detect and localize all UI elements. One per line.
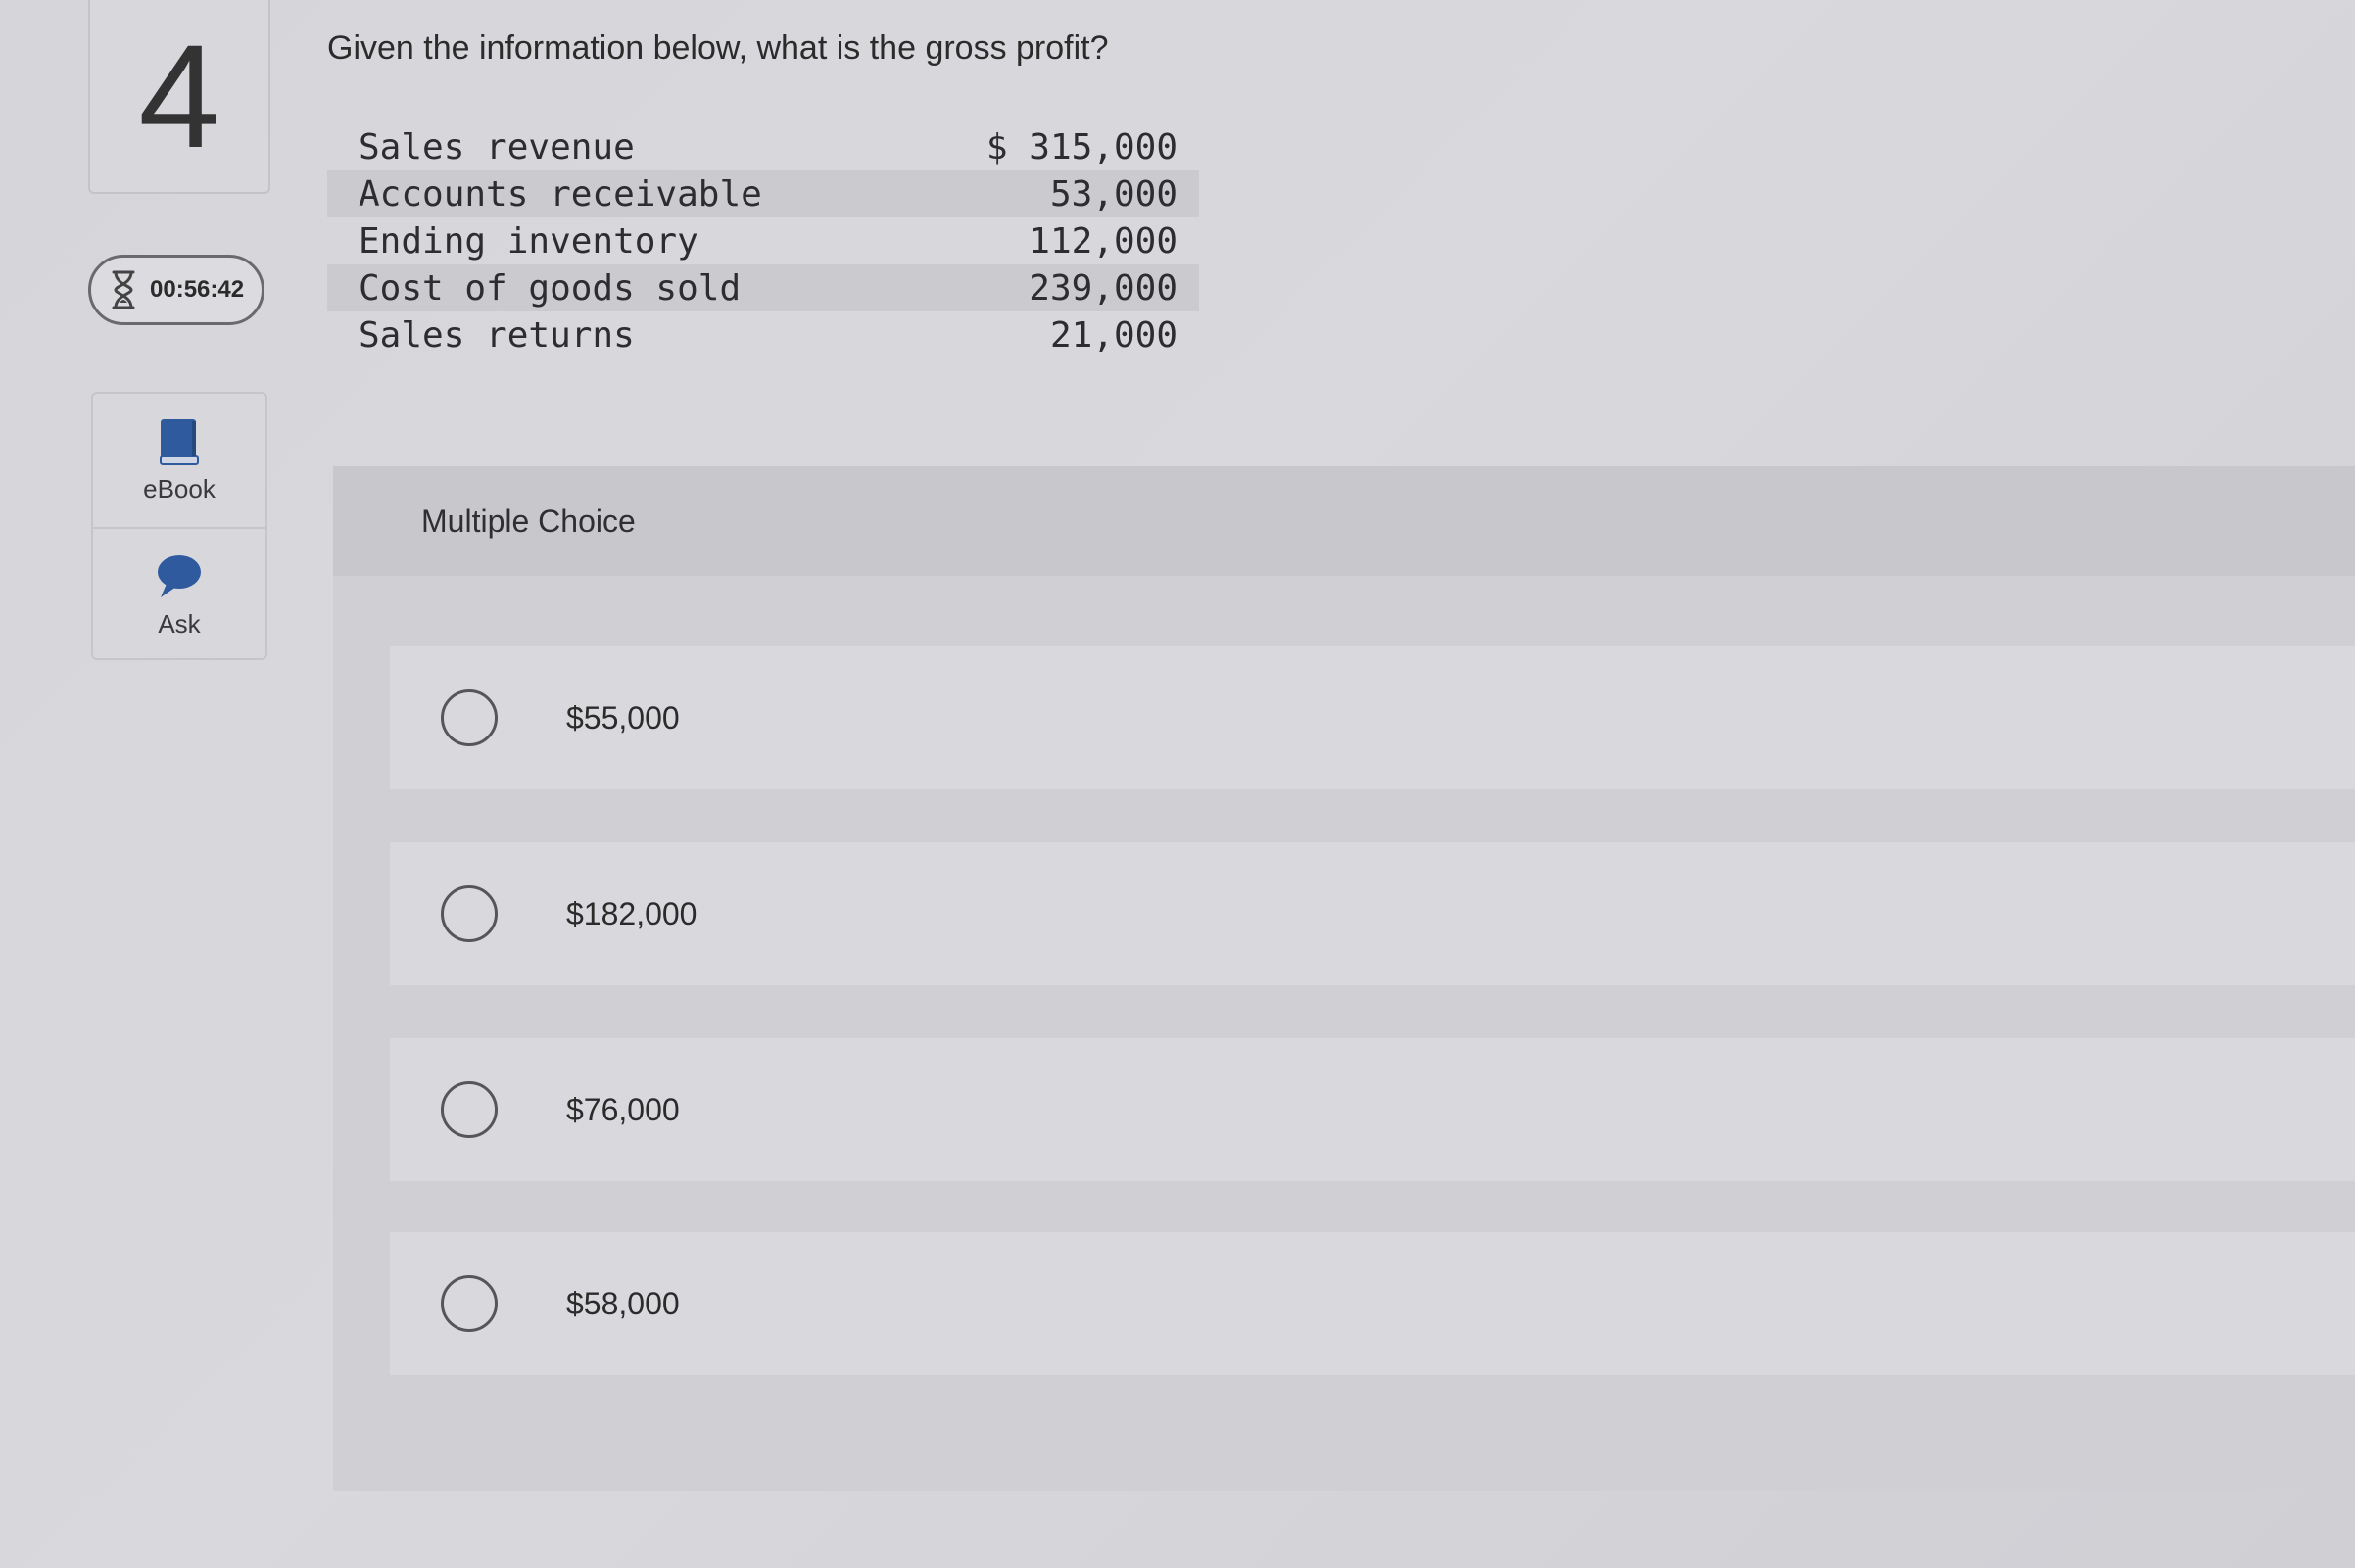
row-value: 112,000	[1029, 220, 1178, 261]
row-value: 239,000	[1029, 267, 1178, 309]
option-label: $58,000	[566, 1285, 680, 1321]
question-prompt: Given the information below, what is the…	[327, 29, 1109, 67]
timer-value: 00:56:42	[150, 276, 245, 303]
table-row: Cost of goods sold 239,000	[327, 264, 1199, 311]
row-value: $ 315,000	[985, 126, 1178, 167]
ebook-button[interactable]: eBook	[93, 394, 265, 527]
row-label: Accounts receivable	[359, 173, 762, 214]
hourglass-icon	[112, 270, 135, 309]
radio-button[interactable]	[441, 1275, 498, 1332]
table-row: Ending inventory 112,000	[327, 217, 1199, 264]
option-label: $76,000	[566, 1091, 680, 1127]
answer-option[interactable]: $55,000	[390, 646, 2355, 789]
table-row: Sales revenue $ 315,000	[327, 123, 1199, 170]
table-row: Sales returns 21,000	[327, 311, 1199, 358]
row-label: Ending inventory	[359, 220, 698, 261]
table-row: Accounts receivable 53,000	[327, 170, 1199, 217]
answer-option[interactable]: $58,000	[390, 1232, 2355, 1375]
option-label: $55,000	[566, 699, 680, 736]
row-value: 21,000	[1049, 314, 1178, 356]
row-label: Sales revenue	[359, 126, 635, 167]
answer-option[interactable]: $76,000	[390, 1038, 2355, 1181]
question-number: 4	[88, 0, 270, 194]
info-table: Sales revenue $ 315,000 Accounts receiva…	[327, 123, 1199, 358]
row-label: Cost of goods sold	[359, 267, 742, 309]
tools-panel: eBook Ask	[91, 392, 267, 660]
answer-option[interactable]: $182,000	[390, 842, 2355, 985]
timer[interactable]: 00:56:42	[88, 255, 264, 325]
row-label: Sales returns	[359, 314, 635, 356]
row-value: 53,000	[1049, 173, 1178, 214]
ebook-label: eBook	[143, 473, 216, 503]
ask-label: Ask	[158, 608, 201, 639]
multiple-choice-panel: Multiple Choice $55,000 $182,000 $76,000…	[333, 466, 2355, 1491]
option-label: $182,000	[566, 895, 697, 931]
ask-button[interactable]: Ask	[93, 527, 265, 662]
multiple-choice-header: Multiple Choice	[333, 466, 2355, 576]
book-icon	[160, 418, 199, 465]
radio-button[interactable]	[441, 885, 498, 942]
radio-button[interactable]	[441, 1081, 498, 1138]
radio-button[interactable]	[441, 689, 498, 746]
chat-bubble-icon	[158, 554, 201, 597]
